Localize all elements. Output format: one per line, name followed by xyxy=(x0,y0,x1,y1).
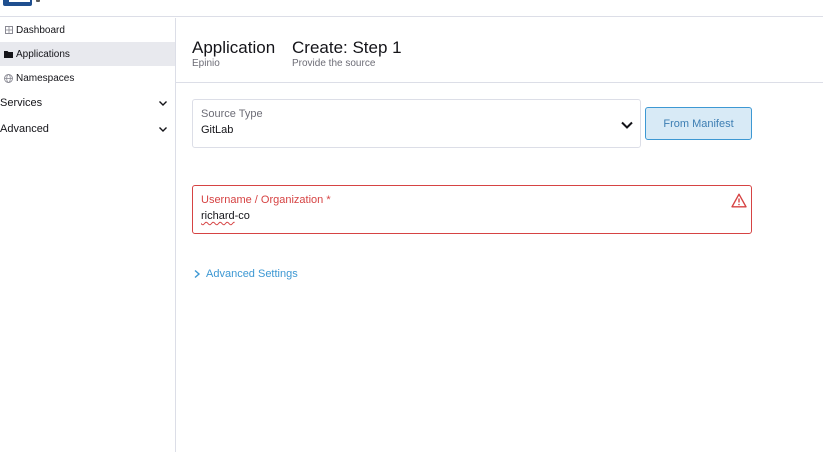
username-organization-field[interactable]: Username / Organization * richard-co xyxy=(192,185,752,234)
username-value-misspelled: richard xyxy=(201,210,235,222)
sidebar-group-label: Advanced xyxy=(0,123,49,135)
sidebar-item-label: Dashboard xyxy=(16,24,65,36)
logo-text-fragment xyxy=(36,0,40,2)
sidebar-group-services[interactable]: Services xyxy=(0,91,175,115)
main-content: Application Epinio Create: Step 1 Provid… xyxy=(176,18,823,452)
step-block: Create: Step 1 Provide the source xyxy=(292,37,402,70)
advanced-settings-toggle[interactable]: Advanced Settings xyxy=(192,266,298,282)
chevron-right-icon xyxy=(192,269,202,279)
sidebar-item-label: Applications xyxy=(16,48,70,60)
from-manifest-button[interactable]: From Manifest xyxy=(645,107,752,140)
folder-icon xyxy=(4,50,13,59)
page-header: Application Epinio Create: Step 1 Provid… xyxy=(176,18,823,83)
chevron-down-icon[interactable] xyxy=(619,117,635,133)
sidebar-group-advanced[interactable]: Advanced xyxy=(0,117,175,141)
top-bar xyxy=(0,0,823,17)
username-value-rest: -co xyxy=(234,210,250,222)
username-input[interactable]: richard-co xyxy=(201,210,250,222)
step-subtitle: Provide the source xyxy=(292,58,376,69)
step-title: Create: Step 1 xyxy=(292,38,402,57)
dashboard-icon xyxy=(4,26,13,35)
sidebar-item-dashboard[interactable]: Dashboard xyxy=(0,18,175,42)
chevron-down-icon xyxy=(157,123,169,135)
title-block: Application Epinio xyxy=(192,37,275,70)
chevron-down-icon xyxy=(157,97,169,109)
sidebar-item-label: Namespaces xyxy=(16,72,75,84)
page-title: Application xyxy=(192,38,276,57)
username-label: Username / Organization * xyxy=(201,194,331,206)
app-root: Dashboard Applications Namespaces Servic… xyxy=(0,0,823,452)
page-subtitle: Epinio xyxy=(192,58,220,69)
source-type-select[interactable]: Source Type GitLab xyxy=(192,99,641,148)
sidebar-item-namespaces[interactable]: Namespaces xyxy=(0,66,175,90)
warning-icon xyxy=(731,193,747,208)
sidebar: Dashboard Applications Namespaces Servic… xyxy=(0,18,176,452)
globe-icon xyxy=(4,73,13,83)
source-type-label: Source Type xyxy=(201,108,263,120)
epinio-logo[interactable] xyxy=(3,0,32,6)
sidebar-group-label: Services xyxy=(0,97,43,109)
advanced-settings-label: Advanced Settings xyxy=(206,268,298,280)
source-type-value: GitLab xyxy=(201,124,234,136)
sidebar-item-applications[interactable]: Applications xyxy=(0,42,175,66)
